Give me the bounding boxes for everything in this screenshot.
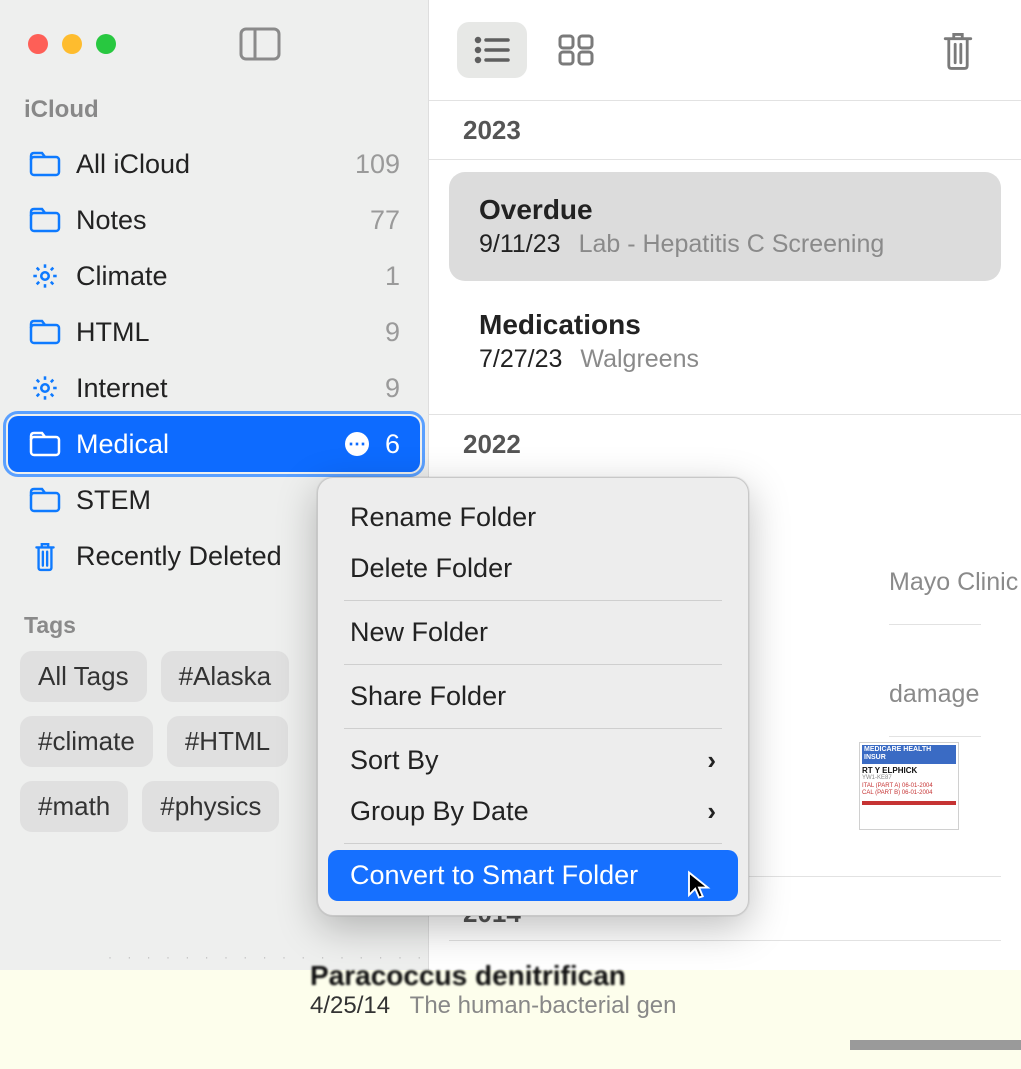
note-date: 7/27/23 bbox=[479, 345, 562, 374]
ctx-new-folder[interactable]: New Folder bbox=[328, 607, 738, 658]
folder-label: Climate bbox=[76, 261, 385, 292]
tag-climate[interactable]: #climate bbox=[20, 716, 153, 767]
note-list-2023: Overdue 9/11/23 Lab - Hepatitis C Screen… bbox=[429, 160, 1021, 414]
ctx-label: Delete Folder bbox=[350, 553, 512, 584]
ctx-group-by-date[interactable]: Group By Date › bbox=[328, 786, 738, 837]
folder-icon bbox=[28, 205, 62, 235]
folder-icon bbox=[28, 429, 62, 459]
note-title: Overdue bbox=[479, 194, 971, 226]
gear-icon bbox=[28, 373, 62, 403]
ctx-separator bbox=[344, 843, 722, 844]
folder-label: All iCloud bbox=[76, 149, 355, 180]
sidebar-item-medical[interactable]: Medical ⋯ 6 bbox=[8, 416, 420, 472]
folder-icon bbox=[28, 485, 62, 515]
divider bbox=[889, 736, 981, 737]
folder-label: HTML bbox=[76, 317, 385, 348]
ctx-label: Convert to Smart Folder bbox=[350, 860, 638, 891]
note-date: 9/11/23 bbox=[479, 230, 561, 259]
note-subtitle: 7/27/23 Walgreens bbox=[479, 345, 971, 374]
sidebar-item-internet[interactable]: Internet 9 bbox=[8, 360, 420, 416]
ctx-label: Share Folder bbox=[350, 681, 506, 712]
thumb-line: CAL (PART B) 06-01-2004 bbox=[862, 790, 956, 797]
sidebar-item-climate[interactable]: Climate 1 bbox=[8, 248, 420, 304]
context-menu: Rename Folder Delete Folder New Folder S… bbox=[317, 477, 749, 916]
chevron-right-icon: › bbox=[707, 796, 716, 827]
tag-all-tags[interactable]: All Tags bbox=[20, 651, 147, 702]
ctx-share-folder[interactable]: Share Folder bbox=[328, 671, 738, 722]
tag-html[interactable]: #HTML bbox=[167, 716, 288, 767]
note-item-overdue[interactable]: Overdue 9/11/23 Lab - Hepatitis C Screen… bbox=[449, 172, 1001, 281]
folder-count: 1 bbox=[385, 261, 400, 292]
folder-count: 9 bbox=[385, 317, 400, 348]
note-item-paracoccus[interactable]: Paracoccus denitrifican 4/25/14 The huma… bbox=[310, 960, 810, 1020]
ctx-delete-folder[interactable]: Delete Folder bbox=[328, 543, 738, 594]
sidebar-item-all-icloud[interactable]: All iCloud 109 bbox=[8, 136, 420, 192]
folder-more-button[interactable]: ⋯ bbox=[345, 432, 369, 456]
folder-icon bbox=[28, 149, 62, 179]
folder-label: Internet bbox=[76, 373, 385, 404]
thumb-header: MEDICARE HEALTH INSUR bbox=[862, 745, 956, 764]
divider bbox=[449, 940, 1001, 941]
thumb-line: ITAL (PART A) 06-01-2004 bbox=[862, 783, 956, 790]
delete-note-button[interactable] bbox=[923, 22, 993, 78]
grid-view-button[interactable] bbox=[541, 22, 611, 78]
ctx-label: Group By Date bbox=[350, 796, 529, 827]
ctx-label: Sort By bbox=[350, 745, 439, 776]
note-preview-peek: damage bbox=[889, 680, 1021, 709]
note-subtitle: 9/11/23 Lab - Hepatitis C Screening bbox=[479, 230, 971, 259]
close-window-button[interactable] bbox=[28, 34, 48, 54]
ctx-label: Rename Folder bbox=[350, 502, 536, 533]
folder-count: 9 bbox=[385, 373, 400, 404]
ctx-separator bbox=[344, 600, 722, 601]
ctx-sort-by[interactable]: Sort By › bbox=[328, 735, 738, 786]
ctx-separator bbox=[344, 664, 722, 665]
minimize-window-button[interactable] bbox=[62, 34, 82, 54]
year-header-2023: 2023 bbox=[429, 100, 1021, 160]
thumb-bar bbox=[862, 801, 956, 805]
note-item-medications[interactable]: Medications 7/27/23 Walgreens bbox=[449, 287, 1001, 396]
chevron-right-icon: › bbox=[707, 745, 716, 776]
sidebar-item-html[interactable]: HTML 9 bbox=[8, 304, 420, 360]
thumb-id: YW1-KE87 bbox=[862, 775, 956, 782]
folder-label: Medical bbox=[76, 429, 345, 460]
window-controls bbox=[0, 28, 428, 60]
folder-label: Notes bbox=[76, 205, 370, 236]
note-title: Medications bbox=[479, 309, 971, 341]
tag-alaska[interactable]: #Alaska bbox=[161, 651, 290, 702]
list-view-button[interactable] bbox=[457, 22, 527, 78]
note-subtitle: 4/25/14 The human-bacterial gen bbox=[310, 992, 810, 1020]
note-date: 4/25/14 bbox=[310, 992, 390, 1019]
note-preview: Walgreens bbox=[580, 345, 699, 374]
note-title: Paracoccus denitrifican bbox=[310, 960, 810, 992]
folder-count: 6 bbox=[385, 429, 400, 460]
fullscreen-window-button[interactable] bbox=[96, 34, 116, 54]
ctx-rename-folder[interactable]: Rename Folder bbox=[328, 492, 738, 543]
tag-math[interactable]: #math bbox=[20, 781, 128, 832]
folder-count: 109 bbox=[355, 149, 400, 180]
sidebar-item-notes[interactable]: Notes 77 bbox=[8, 192, 420, 248]
divider bbox=[889, 624, 981, 625]
folder-count: 77 bbox=[370, 205, 400, 236]
note-thumbnail: MEDICARE HEALTH INSUR RT Y ELPHICK YW1-K… bbox=[859, 742, 959, 830]
folder-icon bbox=[28, 317, 62, 347]
note-preview-peek: Mayo Clinic bbox=[889, 568, 1021, 597]
note-preview: Lab - Hepatitis C Screening bbox=[579, 230, 885, 259]
trash-icon bbox=[28, 541, 62, 571]
toggle-sidebar-button[interactable] bbox=[240, 28, 280, 60]
ctx-convert-smart-folder[interactable]: Convert to Smart Folder bbox=[328, 850, 738, 901]
gear-icon bbox=[28, 261, 62, 291]
year-header-2022: 2022 bbox=[429, 414, 1021, 474]
note-preview: The human-bacterial gen bbox=[410, 992, 677, 1019]
tag-physics[interactable]: #physics bbox=[142, 781, 279, 832]
ctx-label: New Folder bbox=[350, 617, 488, 648]
ctx-separator bbox=[344, 728, 722, 729]
sidebar-section-label: iCloud bbox=[0, 60, 428, 132]
toolbar bbox=[429, 0, 1021, 100]
partial-border bbox=[850, 1040, 1021, 1050]
thumb-name: RT Y ELPHICK bbox=[862, 766, 956, 776]
app-window: iCloud All iCloud 109 Notes 77 Climate 1… bbox=[0, 0, 1021, 980]
